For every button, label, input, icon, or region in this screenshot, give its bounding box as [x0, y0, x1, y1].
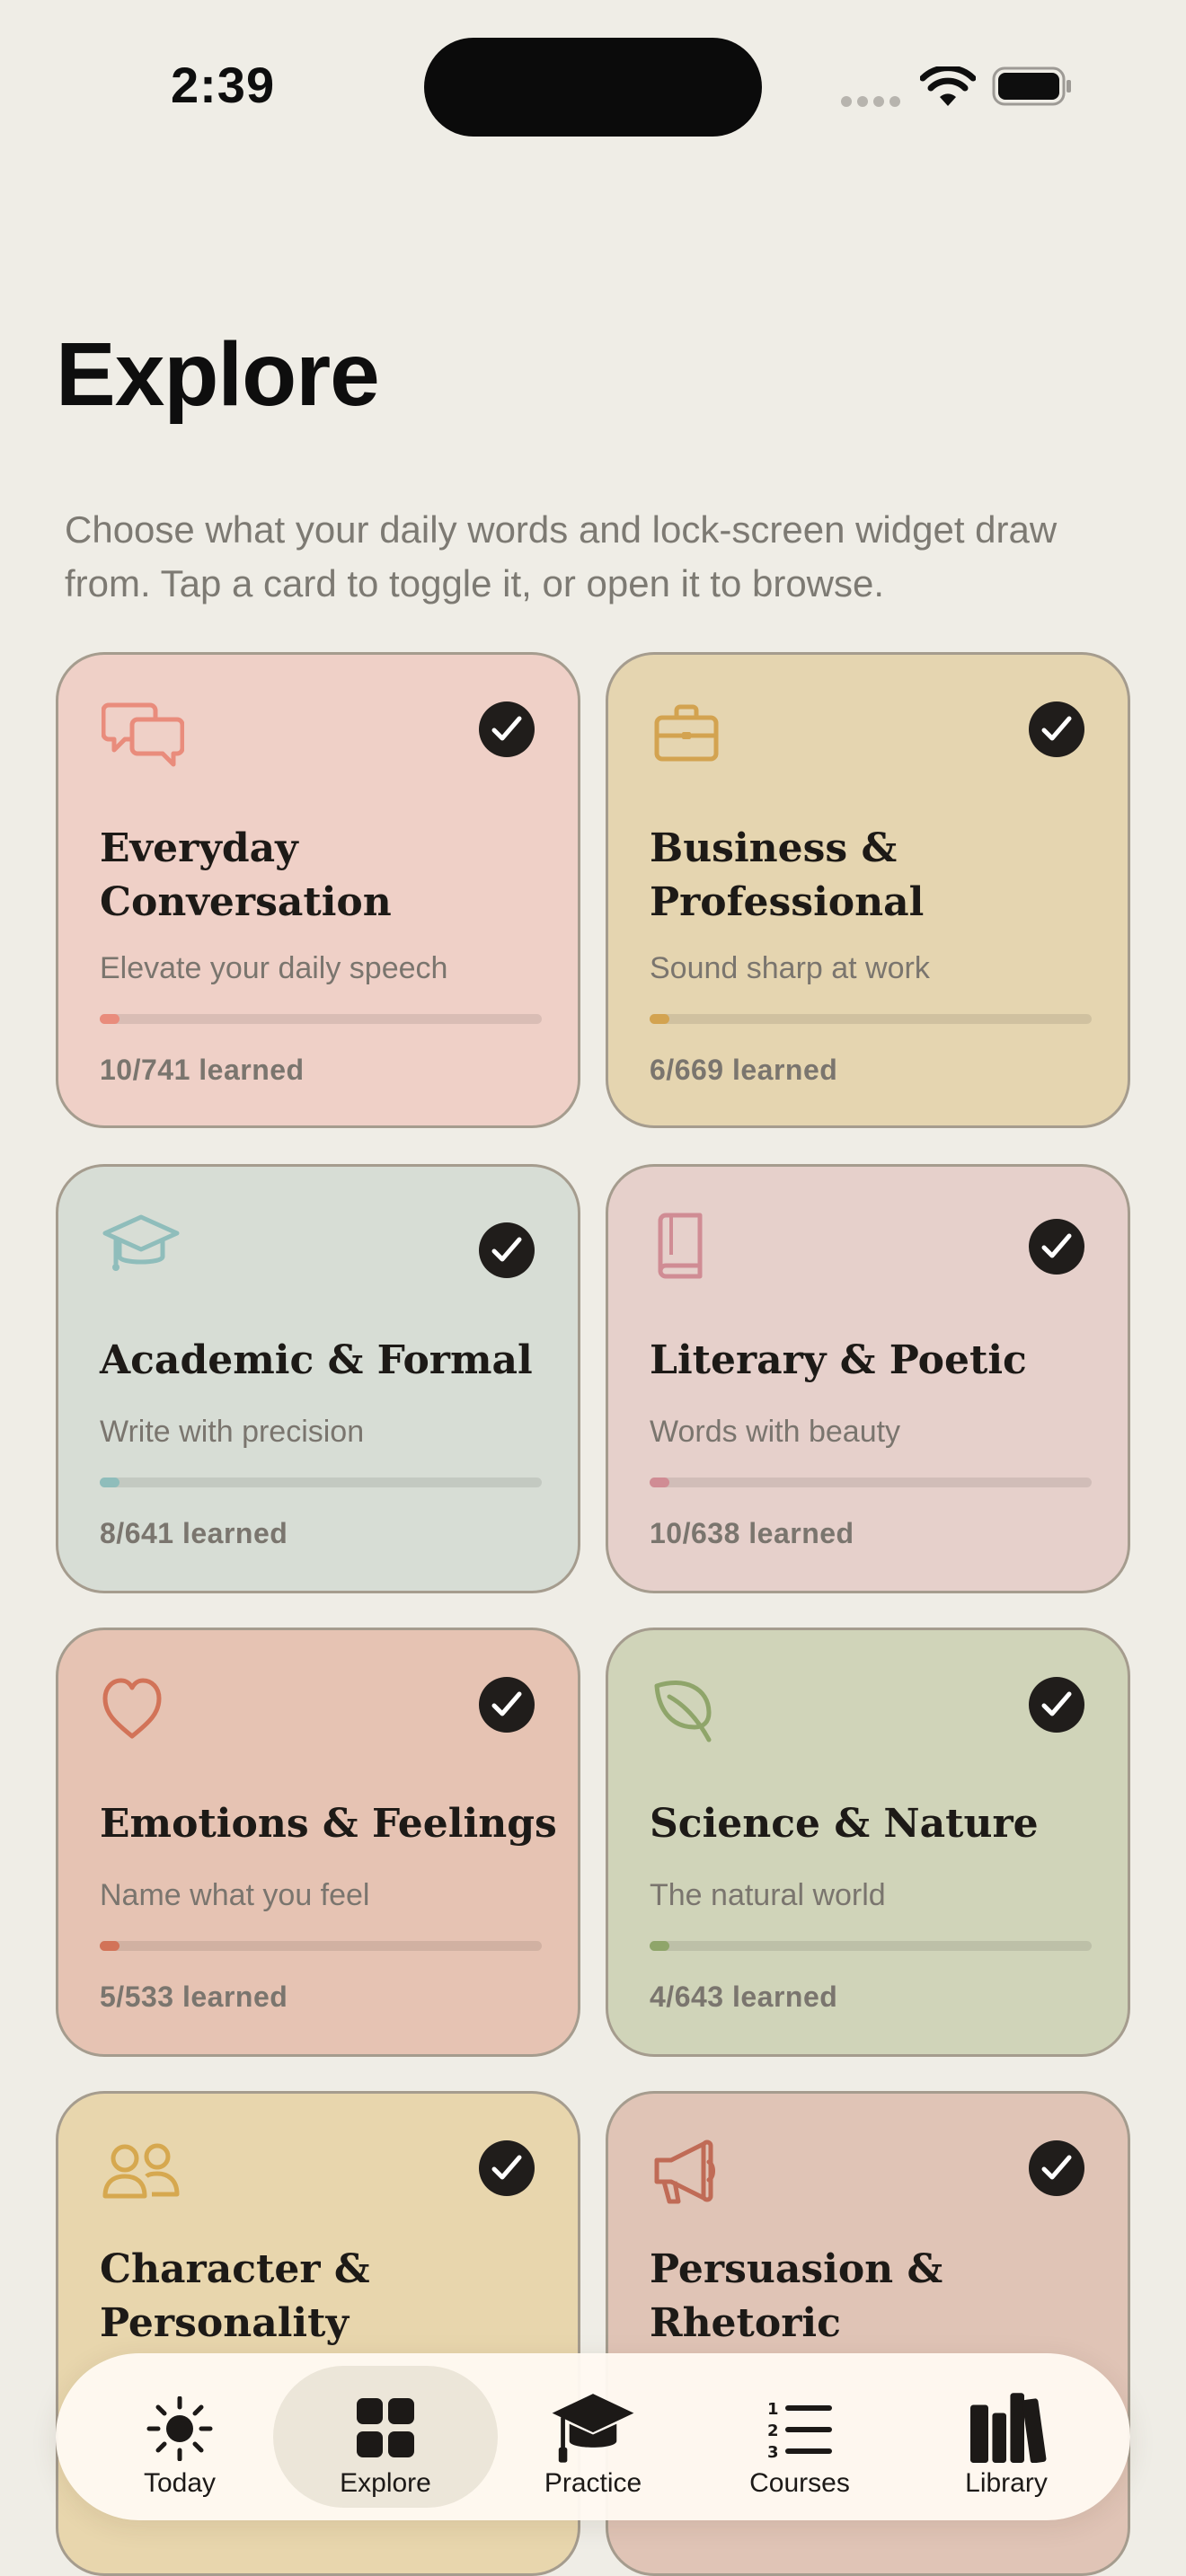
category-card[interactable]: Literary & Poetic Words with beauty 10/6… [606, 1164, 1130, 1593]
card-title: Literary & Poetic [650, 1337, 1027, 1383]
tab-label: Today [143, 2468, 217, 2498]
progress-fill [650, 1478, 669, 1487]
tab-practice[interactable]: Practice [481, 2366, 705, 2508]
learned-count: 10/638 learned [650, 1517, 854, 1549]
card-title: Everyday Conversation [100, 825, 392, 925]
learned-count: 6/669 learned [650, 1054, 838, 1086]
card-description: Name what you feel [100, 1878, 370, 1912]
progress-bar [650, 1941, 1092, 1951]
progress-fill [100, 1478, 119, 1487]
graduation-cap-icon [552, 2394, 634, 2463]
heart-icon [102, 1678, 162, 1739]
page-title: Explore [56, 324, 380, 425]
tab-label: Explore [340, 2468, 431, 2498]
tab-explore[interactable]: Explore [273, 2366, 498, 2508]
cellular-signal-icon [841, 95, 906, 111]
status-time: 2:39 [171, 57, 276, 113]
tab-courses[interactable]: 1 2 3 Courses [687, 2366, 912, 2508]
progress-bar [650, 1478, 1092, 1487]
category-card[interactable]: Academic & Formal Write with precision 8… [56, 1164, 580, 1593]
selected-check-icon[interactable] [1029, 1677, 1084, 1733]
graduation-cap-icon [102, 1214, 180, 1271]
progress-bar [100, 1014, 542, 1024]
leaf-icon [654, 1681, 712, 1742]
card-description: The natural world [650, 1878, 886, 1912]
progress-fill [100, 1014, 119, 1024]
books-icon [970, 2393, 1047, 2463]
progress-fill [650, 1941, 669, 1951]
tab-label: Courses [749, 2468, 850, 2498]
progress-bar [100, 1478, 542, 1487]
card-title: Character & Personality [100, 2246, 370, 2346]
wifi-icon [920, 66, 976, 106]
tab-library[interactable]: Library [894, 2366, 1119, 2508]
learned-count: 5/533 learned [100, 1981, 288, 2013]
battery-icon [992, 66, 1071, 106]
learned-count: 10/741 learned [100, 1054, 305, 1086]
numbered-list-icon: 1 2 3 [767, 2400, 832, 2461]
learned-count: 8/641 learned [100, 1517, 288, 1549]
tab-label: Practice [544, 2468, 642, 2498]
category-card[interactable]: Emotions & Feelings Name what you feel 5… [56, 1628, 580, 2057]
megaphone-icon [654, 2139, 715, 2204]
selected-check-icon[interactable] [479, 1677, 535, 1733]
tab-label: Library [965, 2468, 1048, 2498]
learned-count: 4/643 learned [650, 1981, 838, 2013]
selected-check-icon[interactable] [479, 1222, 535, 1278]
selected-check-icon[interactable] [479, 2140, 535, 2196]
card-description: Elevate your daily speech [100, 951, 448, 985]
status-bar: 2:39 [0, 0, 1186, 171]
card-title: Business & Professional [650, 825, 925, 925]
progress-bar [650, 1014, 1092, 1024]
dynamic-island [424, 38, 762, 137]
card-description: Write with precision [100, 1415, 365, 1449]
progress-fill [100, 1941, 119, 1951]
progress-bar [100, 1941, 542, 1951]
sun-icon [146, 2396, 213, 2461]
selected-check-icon[interactable] [1029, 701, 1084, 757]
selected-check-icon[interactable] [1029, 2140, 1084, 2196]
chat-bubbles-icon [102, 702, 184, 767]
card-title: Academic & Formal [100, 1337, 533, 1383]
selected-check-icon[interactable] [1029, 1219, 1084, 1275]
svg-text:2: 2 [767, 2422, 779, 2440]
people-icon [102, 2143, 180, 2199]
grid-icon [357, 2398, 414, 2457]
book-icon [658, 1213, 703, 1279]
category-card[interactable]: Everyday Conversation Elevate your daily… [56, 652, 580, 1128]
svg-text:3: 3 [767, 2443, 779, 2461]
progress-fill [650, 1014, 669, 1024]
category-card[interactable]: Science & Nature The natural world 4/643… [606, 1628, 1130, 2057]
card-description: Sound sharp at work [650, 951, 930, 985]
card-title: Emotions & Feelings [100, 1801, 557, 1847]
selected-check-icon[interactable] [479, 701, 535, 757]
status-indicators [837, 63, 1080, 108]
card-title: Science & Nature [650, 1801, 1039, 1847]
card-description: Words with beauty [650, 1415, 901, 1449]
briefcase-icon [654, 704, 719, 762]
card-title: Persuasion & Rhetoric [650, 2246, 943, 2346]
page-subtitle: Choose what your daily words and lock-sc… [65, 508, 1058, 604]
tab-bar: Today Explore Practice 1 2 3 Courses Lib… [56, 2353, 1130, 2520]
svg-text:1: 1 [767, 2400, 779, 2419]
category-card[interactable]: Business & Professional Sound sharp at w… [606, 652, 1130, 1128]
tab-today[interactable]: Today [67, 2366, 292, 2508]
